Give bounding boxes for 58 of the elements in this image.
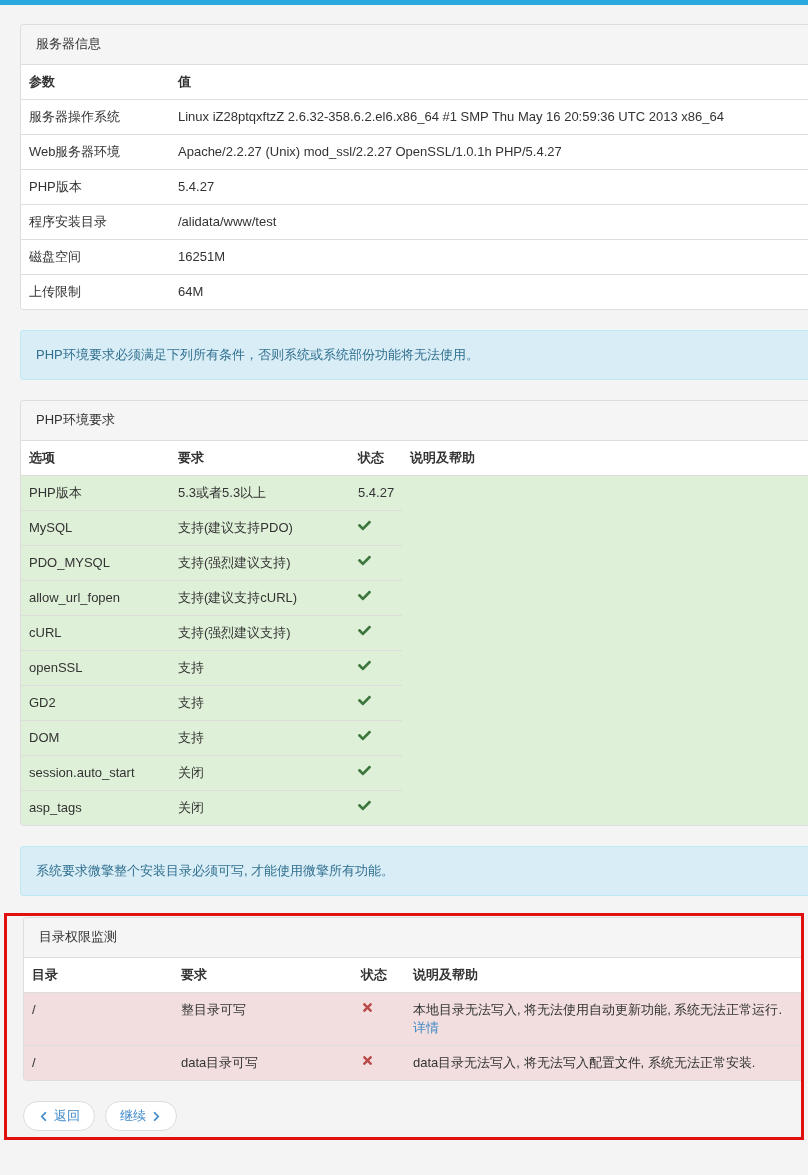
table-cell: DOM xyxy=(21,720,170,756)
table-cell: 5.4.27 xyxy=(170,169,808,205)
chevron-left-icon xyxy=(38,1110,49,1122)
table-cell: session.auto_start xyxy=(21,755,170,791)
panel-title: PHP环境要求 xyxy=(21,401,808,440)
column-header: 参数 xyxy=(21,64,170,100)
table-cell: 支持(强烈建议支持) xyxy=(170,615,350,651)
column-header: 选项 xyxy=(21,440,170,476)
column-header: 状态 xyxy=(350,440,403,476)
panel-title: 服务器信息 xyxy=(21,25,808,64)
table-cell: 整目录可写 xyxy=(173,992,353,1046)
panel-title: 目录权限监测 xyxy=(24,918,801,957)
table-cell: 支持 xyxy=(170,650,350,686)
table-cell: 支持(建议支持PDO) xyxy=(170,510,350,546)
continue-button[interactable]: 继续 xyxy=(105,1101,177,1131)
table-cell: 关闭 xyxy=(170,755,350,791)
table-cell: MySQL xyxy=(21,510,170,546)
help-text: data目录无法写入, 将无法写入配置文件, 系统无法正常安装. xyxy=(413,1055,756,1070)
column-header: 状态 xyxy=(353,957,405,993)
table-cell: Linux iZ28ptqxftzZ 2.6.32-358.6.2.el6.x86_64 #1 SMP Thu May 16 20:59:36 UTC 2013 x86_64 xyxy=(170,99,808,135)
column-header: 要求 xyxy=(170,440,350,476)
column-header: 要求 xyxy=(173,957,353,993)
table-cell: 上传限制 xyxy=(21,274,170,309)
table-cell: 支持 xyxy=(170,720,350,756)
table-cell: openSSL xyxy=(21,650,170,686)
table-cell: / xyxy=(24,1045,173,1080)
table-cell: PHP版本 xyxy=(21,169,170,205)
table-cell: PDO_MYSQL xyxy=(21,545,170,581)
table-cell: 程序安装目录 xyxy=(21,204,170,240)
table-cell: / xyxy=(24,992,173,1046)
table-cell: cURL xyxy=(21,615,170,651)
table-cell: PHP版本 xyxy=(21,475,170,511)
table-cell: asp_tags xyxy=(21,790,170,825)
table-cell: GD2 xyxy=(21,685,170,721)
info-alert: 系统要求微擎整个安装目录必须可写, 才能使用微擎所有功能。 xyxy=(20,846,808,896)
column-header: 目录 xyxy=(24,957,173,993)
details-link[interactable]: 详情 xyxy=(413,1020,439,1035)
table-cell: 16251M xyxy=(170,239,808,275)
table-cell: /alidata/www/test xyxy=(170,204,808,240)
table-cell: 5.3或者5.3以上 xyxy=(170,475,350,511)
column-header: 值 xyxy=(170,64,808,100)
table-cell: 关闭 xyxy=(170,790,350,825)
table-cell: 支持(强烈建议支持) xyxy=(170,545,350,581)
column-header: 说明及帮助 xyxy=(402,440,808,476)
table-cell: 5.4.27 xyxy=(350,475,403,511)
chevron-right-icon xyxy=(151,1110,162,1122)
table-cell: 磁盘空间 xyxy=(21,239,170,275)
table-cell: Web服务器环境 xyxy=(21,134,170,170)
column-header: 说明及帮助 xyxy=(405,957,801,993)
table-cell: Apache/2.2.27 (Unix) mod_ssl/2.2.27 OpenSSL/1.0.1h PHP/5.4.27 xyxy=(170,134,808,170)
table-cell: allow_url_fopen xyxy=(21,580,170,616)
back-button[interactable]: 返回 xyxy=(23,1101,95,1131)
table-cell: 服务器操作系统 xyxy=(21,99,170,135)
info-alert: PHP环境要求必须满足下列所有条件，否则系统或系统部份功能将无法使用。 xyxy=(20,330,808,380)
table-cell: data目录可写 xyxy=(173,1045,353,1080)
help-text: 本地目录无法写入, 将无法使用自动更新功能, 系统无法正常运行. xyxy=(413,1002,783,1017)
table-cell: 支持 xyxy=(170,685,350,721)
table-cell: 支持(建议支持cURL) xyxy=(170,580,350,616)
